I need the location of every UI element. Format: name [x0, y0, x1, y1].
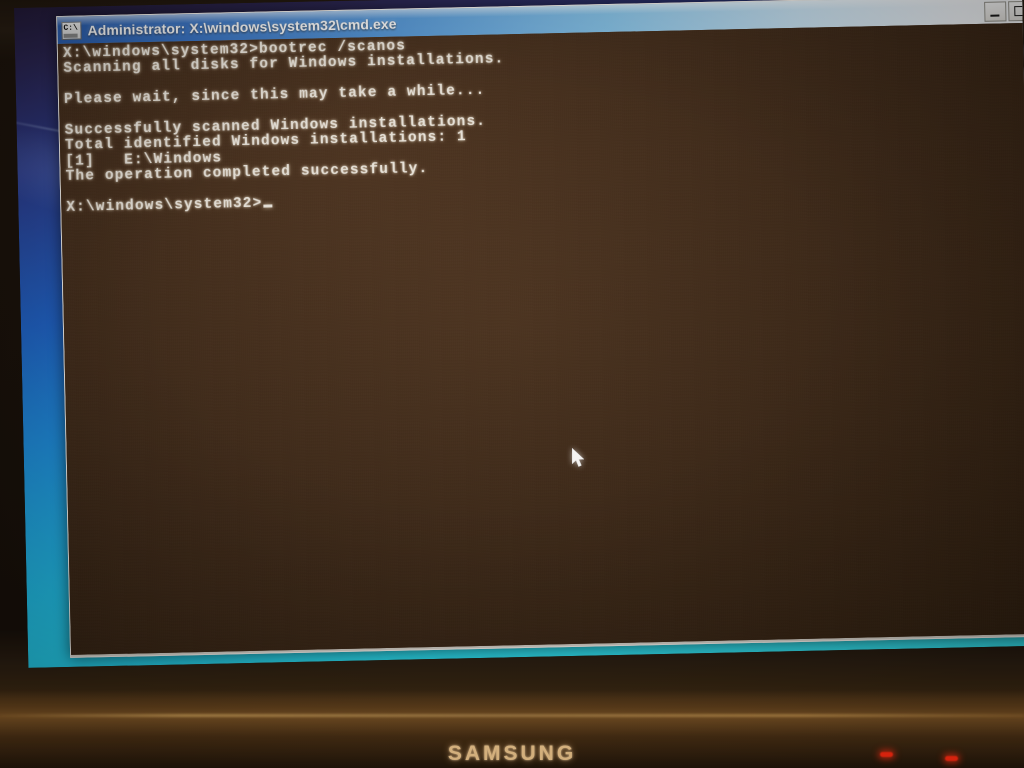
window-title: Administrator: X:\windows\system32\cmd.e… [87, 15, 397, 38]
console-body[interactable]: X:\windows\system32>bootrec /scanos Scan… [57, 22, 1024, 655]
maximize-button[interactable] [1008, 0, 1024, 22]
status-led-indicator [945, 756, 958, 761]
command-prompt-window[interactable]: Administrator: X:\windows\system32\cmd.e… [56, 0, 1024, 658]
console-output[interactable]: X:\windows\system32>bootrec /scanos Scan… [57, 22, 1024, 655]
block-cursor [263, 204, 273, 208]
power-led-indicator [880, 752, 893, 757]
monitor-screen: Administrator: X:\windows\system32\cmd.e… [14, 0, 1024, 668]
console-prompt: X:\windows\system32> [66, 195, 263, 216]
window-controls: × [984, 0, 1024, 22]
minimize-icon [990, 14, 1000, 17]
minimize-button[interactable] [984, 1, 1007, 22]
cmd-console-icon [61, 21, 82, 40]
monitor-photo: Administrator: X:\windows\system32\cmd.e… [0, 0, 1024, 768]
